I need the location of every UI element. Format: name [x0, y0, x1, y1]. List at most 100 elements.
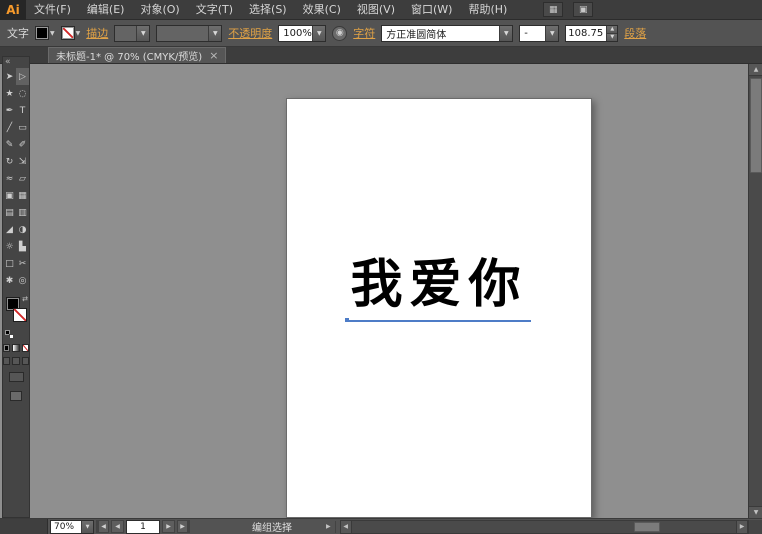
opacity-panel-link[interactable]: 不透明度: [228, 25, 272, 41]
font-family-select[interactable]: 方正准圆简体 ▼: [381, 25, 513, 42]
menu-help[interactable]: 帮助(H): [460, 0, 515, 20]
menu-object[interactable]: 对象(O): [132, 0, 187, 20]
previous-artboard-button[interactable]: ◀: [111, 520, 124, 533]
type-tool[interactable]: T: [16, 102, 29, 119]
character-panel-link[interactable]: 字符: [353, 25, 375, 41]
artboard-text[interactable]: 我爱你: [287, 257, 591, 314]
chevron-down-icon[interactable]: ▼: [136, 26, 149, 41]
direct-selection-tool[interactable]: ▷: [16, 68, 29, 85]
scroll-up-icon[interactable]: ▲: [749, 64, 762, 76]
color-button[interactable]: [3, 344, 10, 352]
chevron-down-icon[interactable]: ▼: [208, 26, 221, 41]
width-tool[interactable]: ≈: [3, 170, 16, 187]
menu-window[interactable]: 窗口(W): [403, 0, 460, 20]
zoom-tool[interactable]: ◎: [16, 272, 29, 289]
tools-panel-collapse-icon[interactable]: «: [3, 57, 29, 68]
draw-behind-button[interactable]: [12, 357, 19, 365]
artboard-tool[interactable]: □: [3, 255, 16, 272]
font-size-arrows[interactable]: ▲ ▼: [606, 26, 617, 41]
menu-select[interactable]: 选择(S): [241, 0, 295, 20]
last-artboard-button[interactable]: ▶: [177, 520, 190, 533]
font-size-stepper[interactable]: 108.75 ▲ ▼: [565, 25, 618, 42]
stroke-color-swatch[interactable]: [61, 26, 75, 40]
default-fill-stroke-icon[interactable]: [5, 330, 14, 339]
document-info-icon[interactable]: [10, 391, 22, 401]
document-tab[interactable]: 未标题-1* @ 70% (CMYK/预览) ×: [48, 47, 226, 63]
lasso-tool[interactable]: ◌: [16, 85, 29, 102]
draw-mode-row: [3, 357, 29, 365]
none-button[interactable]: [22, 344, 29, 352]
paragraph-panel-link[interactable]: 段落: [624, 25, 646, 41]
menu-view[interactable]: 视图(V): [349, 0, 403, 20]
font-style-select[interactable]: - ▼: [519, 25, 559, 42]
shape-builder-tool[interactable]: ▣: [3, 187, 16, 204]
text-anchor-point[interactable]: [345, 318, 349, 322]
selection-tool[interactable]: ➤: [3, 68, 16, 85]
canvas-area[interactable]: 我爱你: [30, 64, 748, 518]
scroll-right-icon[interactable]: ▶: [736, 520, 748, 534]
gradient-button[interactable]: [12, 344, 19, 352]
chevron-down-icon[interactable]: ▼: [50, 30, 55, 37]
free-transform-tool[interactable]: ▱: [16, 170, 29, 187]
draw-normal-button[interactable]: [3, 357, 10, 365]
scroll-down-icon[interactable]: ▼: [749, 506, 762, 518]
variable-width-profile-select[interactable]: ▼: [156, 25, 222, 42]
rotate-tool[interactable]: ↻: [3, 153, 16, 170]
draw-inside-button[interactable]: [22, 357, 29, 365]
chevron-down-icon[interactable]: ▼: [76, 30, 81, 37]
fill-color-control[interactable]: ▼: [35, 26, 55, 40]
artboard-number-field[interactable]: 1: [126, 520, 160, 534]
symbol-sprayer-tool[interactable]: ☼: [3, 238, 16, 255]
menu-type[interactable]: 文字(T): [188, 0, 241, 20]
stroke-color-indicator[interactable]: [13, 308, 27, 322]
step-down-icon[interactable]: ▼: [606, 34, 617, 41]
perspective-grid-tool[interactable]: ▦: [16, 187, 29, 204]
workspace-switcher-icon[interactable]: ▣: [573, 2, 593, 17]
menu-edit[interactable]: 编辑(E): [79, 0, 133, 20]
graph-tool[interactable]: ▙: [16, 238, 29, 255]
scale-tool[interactable]: ⇲: [16, 153, 29, 170]
stroke-panel-link[interactable]: 描边: [86, 25, 108, 41]
line-segment-tool[interactable]: ╱: [3, 119, 16, 136]
arrange-documents-icon[interactable]: ▦: [543, 2, 563, 17]
swap-fill-stroke-icon[interactable]: ⇄: [22, 295, 28, 303]
variable-width-profile-value: [157, 26, 208, 41]
zoom-select[interactable]: 70% ▼: [50, 520, 94, 534]
screen-mode-button[interactable]: [9, 372, 24, 382]
stroke-color-control[interactable]: ▼: [61, 26, 81, 40]
step-up-icon[interactable]: ▲: [606, 26, 617, 34]
pencil-tool[interactable]: ✐: [16, 136, 29, 153]
close-icon[interactable]: ×: [209, 50, 218, 61]
pen-tool[interactable]: ✒: [3, 102, 16, 119]
vertical-scroll-thumb[interactable]: [750, 78, 762, 173]
gradient-tool[interactable]: ▥: [16, 204, 29, 221]
scroll-left-icon[interactable]: ◀: [340, 520, 352, 534]
recolor-artwork-icon[interactable]: ◉: [332, 26, 347, 41]
horizontal-scroll-thumb[interactable]: [634, 522, 660, 532]
chevron-down-icon[interactable]: ▼: [545, 26, 558, 41]
fill-color-swatch[interactable]: [35, 26, 49, 40]
horizontal-scrollbar[interactable]: [352, 520, 736, 534]
eyedropper-tool[interactable]: ◢: [3, 221, 16, 238]
document-tab-bar: 未标题-1* @ 70% (CMYK/预览) ×: [0, 47, 762, 64]
chevron-down-icon[interactable]: ▼: [499, 26, 512, 41]
vertical-scrollbar[interactable]: ▲ ▼: [748, 64, 762, 518]
next-artboard-button[interactable]: ▶: [162, 520, 175, 533]
menubar-icons: ▦ ▣: [543, 2, 593, 17]
menu-file[interactable]: 文件(F): [26, 0, 79, 20]
stroke-weight-select[interactable]: ▼: [114, 25, 150, 42]
blend-tool[interactable]: ◑: [16, 221, 29, 238]
status-flyout-icon[interactable]: ▶: [326, 523, 331, 530]
slice-tool[interactable]: ✂: [16, 255, 29, 272]
paintbrush-tool[interactable]: ✎: [3, 136, 16, 153]
chevron-down-icon[interactable]: ▼: [312, 26, 325, 41]
hand-tool[interactable]: ✱: [3, 272, 16, 289]
menu-effect[interactable]: 效果(C): [295, 0, 349, 20]
chevron-down-icon[interactable]: ▼: [81, 521, 93, 533]
first-artboard-button[interactable]: ◀: [96, 520, 109, 533]
rectangle-tool[interactable]: ▭: [16, 119, 29, 136]
artboard[interactable]: 我爱你: [286, 98, 592, 518]
magic-wand-tool[interactable]: ★: [3, 85, 16, 102]
opacity-select[interactable]: 100% ▼: [278, 25, 326, 42]
mesh-tool[interactable]: ▤: [3, 204, 16, 221]
